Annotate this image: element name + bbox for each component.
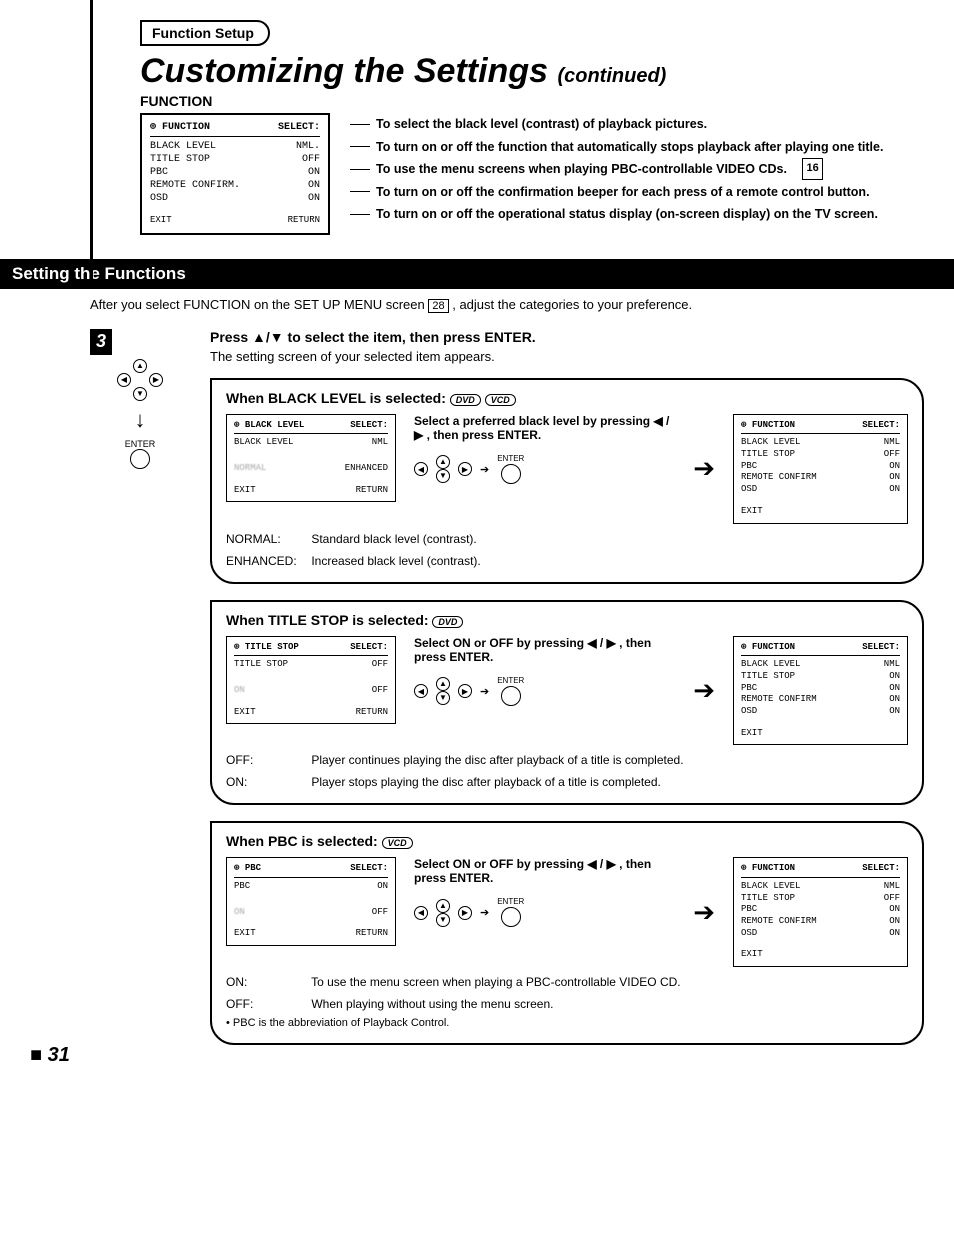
function-descriptions: To select the black level (contrast) of …: [350, 113, 924, 226]
desc-title-stop: To turn on or off the function that auto…: [376, 136, 883, 159]
result-osd: ⊕ FUNCTIONSELECT:BLACK LEVELNMLTITLE STO…: [733, 414, 908, 524]
desc-black-level: To select the black level (contrast) of …: [376, 113, 707, 136]
step-number: 3: [90, 329, 112, 355]
arrow-right-icon: ➔: [693, 453, 715, 484]
panel-instruction: Select ON or OFF by pressing ◀ / ▶ , the…: [414, 636, 675, 709]
panel-instruction: Select ON or OFF by pressing ◀ / ▶ , the…: [414, 857, 675, 930]
osd-row: PBCON: [150, 166, 320, 179]
disc-badge: VCD: [382, 837, 413, 849]
subheading-function: FUNCTION: [140, 93, 924, 109]
osd-row: TITLE STOPOFF: [150, 153, 320, 166]
step-subtitle: The setting screen of your selected item…: [210, 349, 924, 364]
osd-row: OSDON: [150, 192, 320, 205]
definition-row: NORMAL: Standard black level (contrast).: [226, 532, 908, 546]
osd-exit: EXIT: [150, 215, 172, 227]
osd-row: REMOTE CONFIRM.ON: [150, 179, 320, 192]
disc-badge: DVD: [450, 394, 481, 406]
enter-button-icon: [130, 449, 150, 469]
title-continued: (continued): [557, 65, 666, 87]
step-title: Press ▲/▼ to select the item, then press…: [210, 329, 924, 345]
down-arrow-icon: ↓: [90, 407, 190, 433]
procedure-panel: When BLACK LEVEL is selected: DVD VCD ⊕ B…: [210, 378, 924, 584]
result-osd: ⊕ FUNCTIONSELECT:BLACK LEVELNMLTITLE STO…: [733, 857, 908, 967]
page-title: Customizing the Settings (continued): [140, 52, 924, 91]
desc-pbc: To use the menu screens when playing PBC…: [376, 158, 787, 181]
osd-select-label: SELECT:: [278, 121, 320, 134]
arrow-right-icon: ➔: [693, 675, 715, 706]
disc-badge: VCD: [485, 394, 516, 406]
definition-row: OFF: Player continues playing the disc a…: [226, 753, 908, 767]
disc-badge: DVD: [432, 616, 463, 628]
setting-osd: ⊕ PBCSELECT:PBCONONOFFEXITRETURN: [226, 857, 396, 946]
definition-row: ON: Player stops playing the disc after …: [226, 775, 908, 789]
title-main: Customizing the Settings: [140, 52, 548, 90]
osd-return: RETURN: [288, 215, 320, 227]
panel-instruction: Select a preferred black level by pressi…: [414, 414, 675, 487]
page-ref-16: 16: [802, 158, 822, 180]
definition-row: ON: To use the menu screen when playing …: [226, 975, 908, 989]
definition-row: ENHANCED: Increased black level (contras…: [226, 554, 908, 568]
nav-icons: ◀▲▼▶➔ENTER: [414, 674, 675, 709]
procedure-panel: When PBC is selected: VCD ⊕ PBCSELECT:PBC…: [210, 821, 924, 1045]
desc-remote-confirm: To turn on or off the confirmation beepe…: [376, 181, 870, 204]
panel-title: When PBC is selected: VCD: [226, 833, 908, 849]
arrow-right-icon: ➔: [693, 897, 715, 928]
page-number: 31: [30, 1044, 70, 1067]
section-bar: Setting the Functions: [0, 259, 954, 289]
osd-title: ⊕ FUNCTION: [150, 121, 210, 134]
enter-label: ENTER: [90, 439, 190, 449]
result-osd: ⊕ FUNCTIONSELECT:BLACK LEVELNMLTITLE STO…: [733, 636, 908, 746]
procedure-panel: When TITLE STOP is selected: DVD ⊕ TITLE …: [210, 600, 924, 806]
nav-icons: ◀▲▼▶➔ENTER: [414, 895, 675, 930]
definition-row: OFF: When playing without using the menu…: [226, 997, 908, 1011]
page-ref-28: 28: [428, 299, 448, 313]
note-bullet: • PBC is the abbreviation of Playback Co…: [226, 1017, 908, 1029]
panel-title: When TITLE STOP is selected: DVD: [226, 612, 908, 628]
intro-text: After you select FUNCTION on the SET UP …: [90, 297, 924, 313]
desc-osd: To turn on or off the operational status…: [376, 203, 878, 226]
left-margin-rule: [90, 0, 93, 280]
dpad-icon: ▲ ◀▶ ▼: [90, 359, 190, 401]
setting-osd: ⊕ TITLE STOPSELECT:TITLE STOPOFFONOFFEXI…: [226, 636, 396, 725]
function-osd-screenshot: ⊕ FUNCTION SELECT: BLACK LEVELNML.TITLE …: [140, 113, 330, 235]
panel-title: When BLACK LEVEL is selected: DVD VCD: [226, 390, 908, 406]
nav-icons: ◀▲▼▶➔ENTER: [414, 452, 675, 487]
setting-osd: ⊕ BLACK LEVELSELECT:BLACK LEVELNMLNORMAL…: [226, 414, 396, 503]
osd-row: BLACK LEVELNML.: [150, 140, 320, 153]
section-tab: Function Setup: [140, 20, 270, 46]
